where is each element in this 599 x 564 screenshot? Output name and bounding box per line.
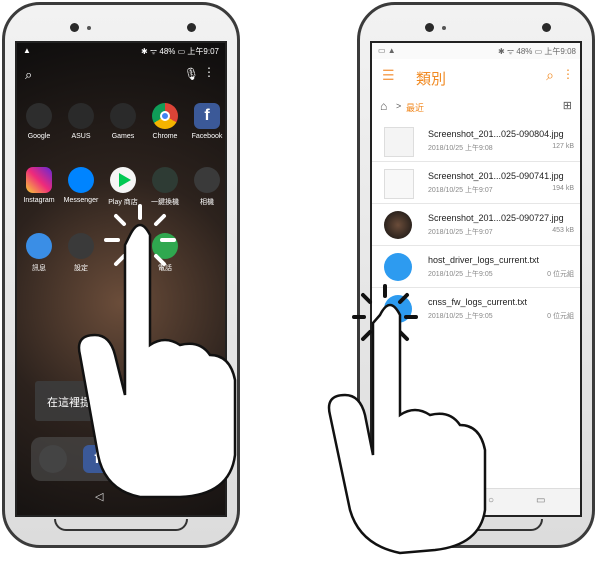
gallery-icon[interactable] <box>39 445 67 473</box>
breadcrumb: ⌂ > 最近 ⊞ <box>380 99 572 117</box>
google-folder-icon <box>26 103 52 129</box>
front-camera <box>425 23 434 32</box>
facebook-icon: f <box>194 103 220 129</box>
file-row[interactable]: Screenshot_201...025-090804.jpg 2018/10/… <box>372 121 580 162</box>
messenger-icon <box>68 167 94 193</box>
search-row: ⌕ 🎙 ⋮ <box>25 65 217 85</box>
app-label: Instagram <box>23 197 55 204</box>
more-menu-icon[interactable]: ⋮ <box>203 65 215 79</box>
app-games[interactable]: Games <box>103 103 143 140</box>
pointing-hand-icon <box>77 223 237 499</box>
pointing-hand-icon <box>327 303 487 555</box>
file-size: 453 kB <box>552 227 574 234</box>
play-store-icon <box>110 167 136 193</box>
home-icon[interactable]: ⌂ <box>380 99 387 113</box>
chrome-icon <box>152 103 178 129</box>
app-label: ASUS <box>71 133 91 140</box>
more-menu-icon[interactable]: ⋮ <box>562 67 574 81</box>
breadcrumb-current[interactable]: 最近 <box>406 101 424 114</box>
file-date: 2018/10/25 上午9:07 <box>428 187 493 194</box>
hamburger-menu-icon[interactable]: ☰ <box>382 67 395 84</box>
sensor-dot <box>87 26 91 30</box>
app-messenger[interactable]: Messenger <box>61 167 101 204</box>
bottom-bezel <box>54 519 188 531</box>
status-left: ▲ <box>23 46 31 55</box>
file-row[interactable]: Screenshot_201...025-090727.jpg 2018/10/… <box>372 205 580 246</box>
phone-clone-icon <box>152 167 178 193</box>
file-name: Screenshot_201...025-090727.jpg <box>428 213 564 223</box>
file-row[interactable]: Screenshot_201...025-090741.jpg 2018/10/… <box>372 163 580 204</box>
app-label: Chrome <box>152 133 178 140</box>
instagram-icon <box>26 167 52 193</box>
text-file-icon <box>384 253 412 281</box>
file-date: 2018/10/25 上午9:05 <box>428 271 493 278</box>
file-date: 2018/10/25 上午9:08 <box>428 145 493 152</box>
app-label: Google <box>27 133 51 140</box>
camera-icon <box>194 167 220 193</box>
app-label: Games <box>111 133 135 140</box>
file-size: 0 位元組 <box>547 271 574 278</box>
search-icon[interactable]: ⌕ <box>25 67 32 83</box>
front-camera-secondary <box>187 23 196 32</box>
grid-view-icon[interactable]: ⊞ <box>563 99 572 112</box>
recents-nav-icon[interactable]: ▭ <box>536 495 545 506</box>
games-folder-icon <box>110 103 136 129</box>
image-thumbnail <box>384 211 412 239</box>
front-camera-secondary <box>542 23 551 32</box>
file-size: 0 位元組 <box>547 313 574 320</box>
page-title: 類別 <box>416 71 447 88</box>
status-right: ✱ ᯤ 48% ▭ 上午9:07 <box>140 47 219 56</box>
app-label: Messenger <box>63 197 99 204</box>
messages-icon <box>26 233 52 259</box>
file-date: 2018/10/25 上午9:07 <box>428 229 493 236</box>
app-header: ☰ 類別 ⌕ ⋮ <box>372 61 580 91</box>
sensor-dot <box>442 26 446 30</box>
file-name: Screenshot_201...025-090804.jpg <box>428 129 564 139</box>
file-name: Screenshot_201...025-090741.jpg <box>428 171 564 181</box>
search-icon[interactable]: ⌕ <box>546 67 554 84</box>
app-chrome[interactable]: Chrome <box>145 103 185 140</box>
status-bar: ▭ ▲ ✱ ᯤ 48% ▭ 上午9:08 <box>372 43 580 59</box>
app-instagram[interactable]: Instagram <box>19 167 59 204</box>
app-asus[interactable]: ASUS <box>61 103 101 140</box>
asus-folder-icon <box>68 103 94 129</box>
image-thumbnail <box>384 169 414 199</box>
app-label: 訊息 <box>32 265 46 272</box>
image-thumbnail <box>384 127 414 157</box>
app-camera[interactable]: 相機 <box>187 167 225 207</box>
status-left: ▭ ▲ <box>378 46 396 55</box>
app-messages[interactable]: 訊息 <box>19 233 59 273</box>
status-bar: ▲ ✱ ᯤ 48% ▭ 上午9:07 <box>17 43 225 59</box>
front-camera <box>70 23 79 32</box>
mic-icon[interactable]: 🎙 <box>184 67 199 81</box>
app-facebook[interactable]: f Facebook <box>187 103 225 140</box>
file-size: 127 kB <box>552 143 574 150</box>
breadcrumb-separator: > <box>396 101 402 111</box>
app-label: Facebook <box>191 133 223 140</box>
app-google[interactable]: Google <box>19 103 59 140</box>
status-right: ✱ ᯤ 48% ▭ 上午9:08 <box>497 47 576 56</box>
file-size: 194 kB <box>552 185 574 192</box>
file-name: host_driver_logs_current.txt <box>428 255 540 265</box>
